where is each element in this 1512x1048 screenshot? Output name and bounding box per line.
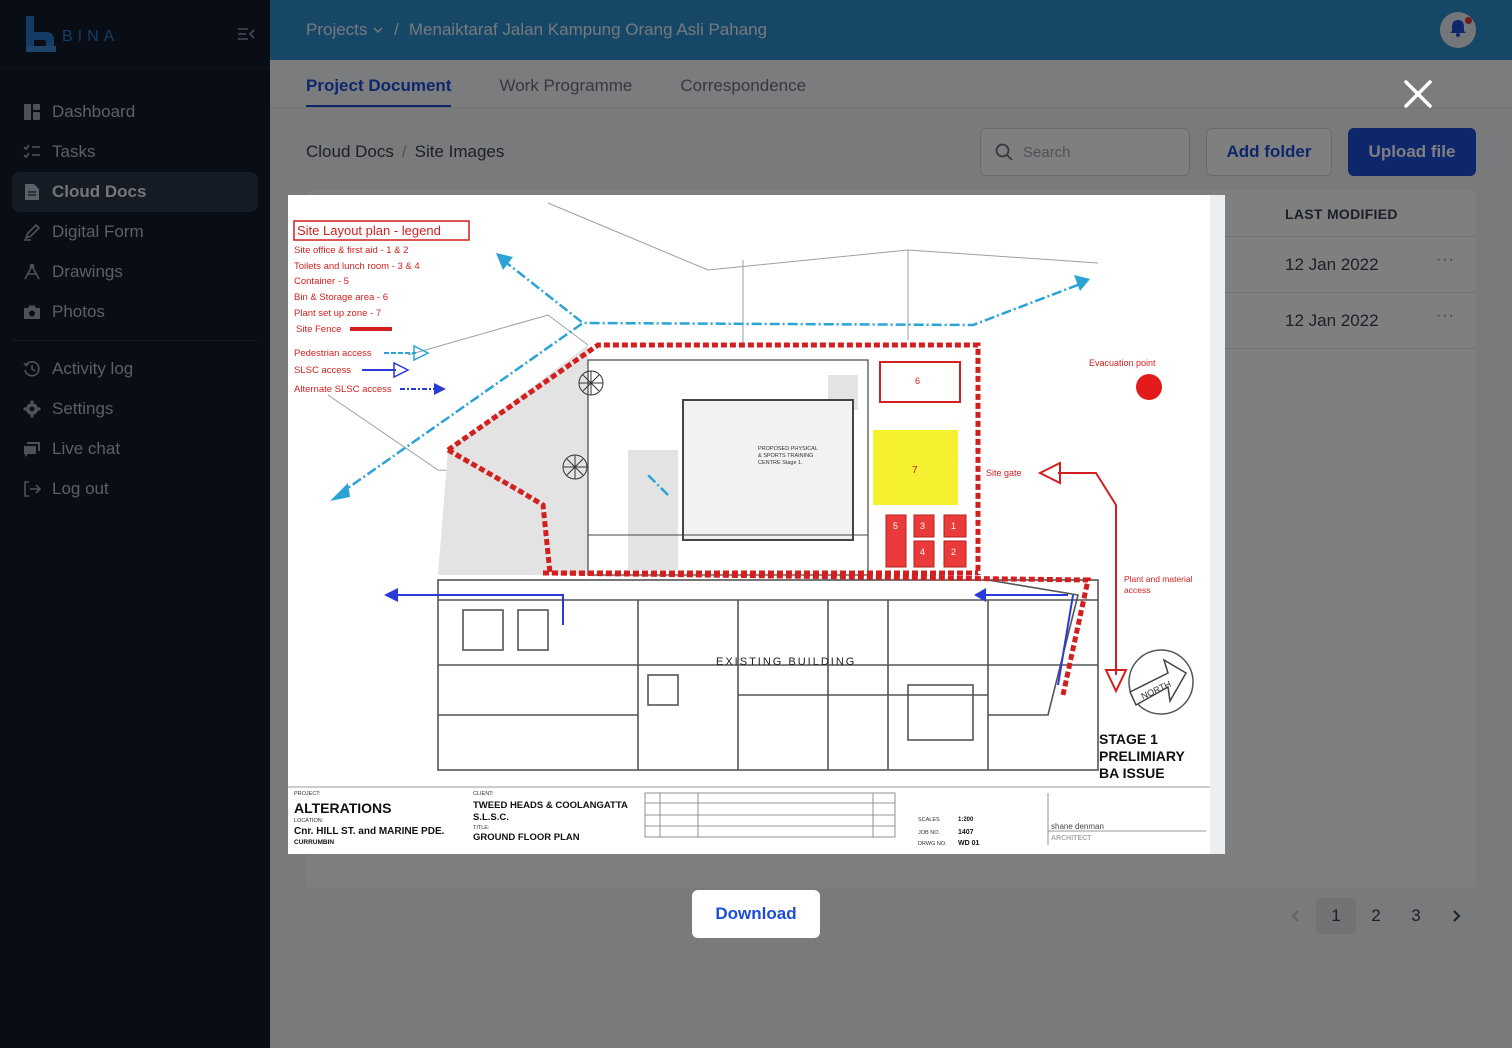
stage-label: BA ISSUE <box>1099 765 1165 781</box>
compound-number: 2 <box>951 547 956 557</box>
plant-access-label: Plant and material <box>1124 574 1193 584</box>
compound-number: 5 <box>893 521 898 531</box>
legend-access-item: Alternate SLSC access <box>294 384 392 395</box>
compound-number: 6 <box>915 376 920 386</box>
compound-number: 4 <box>920 547 925 557</box>
project-location: Cnr. HILL ST. and MARINE PDE. <box>294 826 445 837</box>
title-block-label: PROJECT: <box>294 791 321 797</box>
legend-item: Plant set up zone - 7 <box>294 308 381 319</box>
drawing-number: WD 01 <box>958 840 980 847</box>
download-button[interactable]: Download <box>692 890 820 938</box>
image-viewer-overlay[interactable]: PROPOSED PHYSICAL & SPORTS TRAINING CENT… <box>0 0 1512 1048</box>
title-block-label: TITLE: <box>473 825 490 831</box>
legend-title: Site Layout plan - legend <box>297 223 441 238</box>
site-gate-label: Site gate <box>986 468 1022 478</box>
existing-building-label: EXISTING BUILDING <box>716 656 856 668</box>
svg-text:DRWG NO.: DRWG NO. <box>918 841 947 847</box>
title-block-label: CLIENT: <box>473 791 494 797</box>
site-plan-drawing: PROPOSED PHYSICAL & SPORTS TRAINING CENT… <box>288 195 1225 854</box>
title-block-label: LOCATION: <box>294 818 324 824</box>
svg-text:PROPOSED PHYSICAL: PROPOSED PHYSICAL <box>758 446 818 452</box>
legend-access-item: Pedestrian access <box>294 348 372 359</box>
svg-text:CENTRE Stage 1.: CENTRE Stage 1. <box>758 460 803 466</box>
project-title: ALTERATIONS <box>294 800 391 816</box>
stage-label: PRELIMIARY <box>1099 748 1185 764</box>
architect-sub: ARCHITECT <box>1051 835 1092 842</box>
compound-number: 3 <box>920 521 925 531</box>
client-name: S.L.S.C. <box>473 812 509 823</box>
legend-item: Site office & first aid - 1 & 2 <box>294 245 408 256</box>
job-number: 1407 <box>958 829 974 836</box>
drawing-title: GROUND FLOOR PLAN <box>473 832 580 843</box>
legend-item: Site Fence <box>296 324 341 335</box>
client-name: TWEED HEADS & COOLANGATTA <box>473 800 628 811</box>
legend-access-item: SLSC access <box>294 365 351 376</box>
evacuation-label: Evacuation point <box>1089 358 1156 368</box>
close-viewer-button[interactable] <box>1400 76 1436 112</box>
svg-text:SCALES: SCALES <box>918 817 940 823</box>
svg-text:& SPORTS TRAINING: & SPORTS TRAINING <box>758 453 813 459</box>
project-suburb: CURRUMBIN <box>294 839 334 846</box>
plant-access-label: access <box>1124 585 1150 595</box>
site-plan-image: PROPOSED PHYSICAL & SPORTS TRAINING CENT… <box>288 195 1225 854</box>
architect-name: shane denman <box>1051 822 1104 831</box>
legend-item: Container - 5 <box>294 276 349 287</box>
stage-label: STAGE 1 <box>1099 731 1158 747</box>
svg-text:JOB NO.: JOB NO. <box>918 830 940 836</box>
evacuation-point-marker <box>1136 374 1162 400</box>
legend-item: Bin & Storage area - 6 <box>294 292 388 303</box>
compound-number: 1 <box>951 521 956 531</box>
compound-number: 7 <box>912 465 918 476</box>
scale-value: 1:200 <box>958 817 974 823</box>
close-icon <box>1400 80 1436 116</box>
legend-item: Toilets and lunch room - 3 & 4 <box>294 261 420 272</box>
